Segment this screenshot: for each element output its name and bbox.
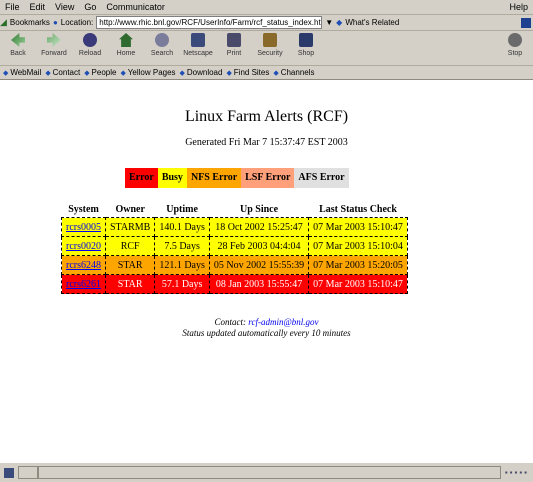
- menu-bar: File Edit View Go Communicator Help: [0, 0, 533, 15]
- uptime-cell: 57.1 Days: [154, 274, 210, 294]
- location-label: Location:: [60, 18, 94, 27]
- shop-button[interactable]: Shop: [288, 31, 324, 63]
- page-title: Linux Farm Alerts (RCF): [184, 108, 349, 125]
- home-icon: [119, 33, 133, 47]
- search-icon: [155, 33, 169, 47]
- owner-cell: STAR: [104, 255, 156, 275]
- system-link[interactable]: rcrs0005: [66, 222, 101, 233]
- up-since-cell: 28 Feb 2003 04:4:04: [208, 236, 310, 256]
- personal-toolbar: WebMail Contact People Yellow Pages Down…: [0, 66, 533, 80]
- status-bar: Document: Done ▪▪▪▪▪: [0, 462, 533, 482]
- shopping-bag-icon: [299, 33, 313, 47]
- system-link[interactable]: rcrs6261: [66, 279, 101, 290]
- status-text: Document: Done: [38, 466, 501, 479]
- owner-cell: STARMB: [104, 217, 156, 237]
- location-icon: ●: [52, 18, 58, 27]
- padlock-icon: [263, 33, 277, 47]
- link-find-sites[interactable]: Find Sites: [226, 68, 270, 77]
- last-check-cell: 07 Mar 2003 15:10:04: [308, 236, 408, 256]
- owner-cell: RCF: [104, 236, 156, 256]
- netscape-button[interactable]: Netscape: [180, 31, 216, 63]
- link-contact[interactable]: Contact: [45, 68, 81, 77]
- navigation-toolbar: Back Forward Reload Home Search Netscape…: [0, 31, 533, 66]
- table-row: rcrs0020 RCF 7.5 Days 28 Feb 2003 04:4:0…: [61, 236, 408, 256]
- last-check-cell: 07 Mar 2003 15:10:47: [308, 217, 408, 237]
- up-since-cell: 08 Jan 2003 15:55:47: [208, 274, 310, 294]
- uptime-cell: 140.1 Days: [154, 217, 210, 237]
- menu-communicator[interactable]: Communicator: [101, 2, 170, 12]
- legend-error: Error: [125, 168, 158, 188]
- update-note: Status updated automatically every 10 mi…: [182, 328, 351, 338]
- link-yellow-pages[interactable]: Yellow Pages: [120, 68, 176, 77]
- whats-related-button[interactable]: What's Related: [345, 18, 399, 27]
- whats-related-icon: ◆: [336, 18, 343, 27]
- column-header: Uptime: [166, 203, 198, 215]
- generated-timestamp: Generated Fri Mar 7 15:37:47 EST 2003: [185, 137, 348, 148]
- column-header: Up Since: [240, 203, 279, 215]
- forward-button[interactable]: Forward: [36, 31, 72, 63]
- netscape-logo-icon: [521, 17, 531, 28]
- table-row: rcrs0005 STARMB 140.1 Days 18 Oct 2002 1…: [61, 217, 408, 237]
- contact-label: Contact:: [214, 317, 247, 327]
- menu-edit[interactable]: Edit: [25, 2, 51, 12]
- back-arrow-icon: [11, 33, 25, 47]
- column-header: Last Status Check: [319, 203, 397, 215]
- alerts-table: System Owner Uptime Up Since Last Status…: [61, 201, 408, 294]
- legend-busy: Busy: [157, 168, 187, 188]
- printer-icon: [227, 33, 241, 47]
- owner-cell: STAR: [104, 274, 156, 294]
- contact-email-link[interactable]: rcf-admin@bnl.gov: [248, 317, 318, 327]
- component-bar-icon[interactable]: ▪▪▪▪▪: [505, 468, 529, 477]
- address-dropdown-icon[interactable]: ▼: [325, 18, 333, 27]
- system-cell: rcrs6248: [61, 255, 106, 275]
- table-header-row: System Owner Uptime Up Since Last Status…: [62, 201, 408, 218]
- up-since-cell: 05 Nov 2002 15:55:39: [208, 255, 310, 275]
- page-footer: Contact: rcf-admin@bnl.gov Status update…: [0, 317, 533, 339]
- bookmarks-icon[interactable]: ◢: [0, 17, 7, 28]
- legend-nfs-error: NFS Error: [186, 168, 242, 188]
- location-bar: ◢ Bookmarks ● Location: http://www.rhic.…: [0, 15, 533, 31]
- reload-button[interactable]: Reload: [72, 31, 108, 63]
- home-button[interactable]: Home: [108, 31, 144, 63]
- security-button[interactable]: Security: [252, 31, 288, 63]
- menu-help[interactable]: Help: [504, 2, 533, 12]
- system-cell: rcrs6261: [61, 274, 106, 294]
- system-cell: rcrs0005: [61, 217, 106, 237]
- link-channels[interactable]: Channels: [273, 68, 315, 77]
- address-input[interactable]: http://www.rhic.bnl.gov/RCF/UserInfo/Far…: [96, 16, 323, 29]
- uptime-cell: 7.5 Days: [154, 236, 210, 256]
- table-row: rcrs6261 STAR 57.1 Days 08 Jan 2003 15:5…: [61, 274, 408, 294]
- security-lock-icon[interactable]: [4, 467, 14, 478]
- system-cell: rcrs0020: [61, 236, 106, 256]
- uptime-cell: 121.1 Days: [154, 255, 210, 275]
- bookmarks-button[interactable]: Bookmarks: [10, 18, 50, 27]
- system-link[interactable]: rcrs0020: [66, 241, 101, 252]
- status-legend: Error Busy NFS Error LSF Error AFS Error: [125, 168, 349, 188]
- last-check-cell: 07 Mar 2003 15:10:47: [308, 274, 408, 294]
- last-check-cell: 07 Mar 2003 15:20:05: [308, 255, 408, 275]
- column-header: Owner: [115, 203, 145, 215]
- back-button[interactable]: Back: [0, 31, 36, 63]
- page-viewport[interactable]: Linux Farm Alerts (RCF) Generated Fri Ma…: [0, 81, 533, 462]
- table-row: rcrs6248 STAR 121.1 Days 05 Nov 2002 15:…: [61, 255, 408, 275]
- menu-view[interactable]: View: [50, 2, 79, 12]
- column-header: System: [68, 203, 99, 215]
- netscape-guide-icon: [191, 33, 205, 47]
- menu-go[interactable]: Go: [79, 2, 101, 12]
- legend-afs-error: AFS Error: [294, 168, 349, 188]
- stop-icon: [508, 33, 522, 47]
- legend-lsf-error: LSF Error: [241, 168, 295, 188]
- status-progress-pane: [18, 466, 38, 479]
- print-button[interactable]: Print: [216, 31, 252, 63]
- link-download[interactable]: Download: [180, 68, 223, 77]
- up-since-cell: 18 Oct 2002 15:25:47: [208, 217, 310, 237]
- menu-file[interactable]: File: [0, 2, 25, 12]
- reload-icon: [83, 33, 97, 47]
- stop-button[interactable]: Stop: [497, 31, 533, 63]
- link-people[interactable]: People: [84, 68, 117, 77]
- search-button[interactable]: Search: [144, 31, 180, 63]
- system-link[interactable]: rcrs6248: [66, 260, 101, 271]
- link-webmail[interactable]: WebMail: [3, 68, 41, 77]
- forward-arrow-icon: [47, 33, 61, 47]
